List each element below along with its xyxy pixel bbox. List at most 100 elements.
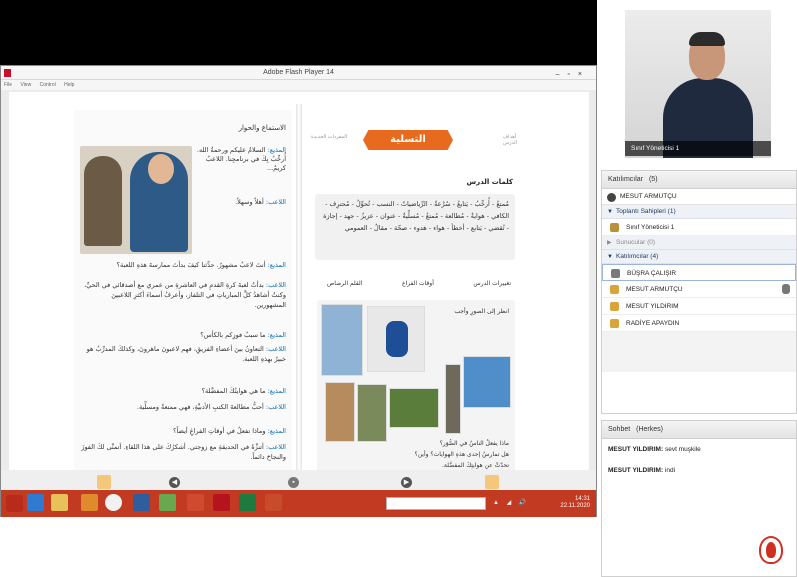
question-item: هل تمارسُ إحدى هذهِ الهوايات؟ وأين؟ [414, 451, 509, 458]
photo-fisherman [445, 364, 461, 434]
attendee-row[interactable]: BÜŞRA ÇALIŞIR [602, 264, 796, 281]
chat-scope[interactable]: (Herkes) [636, 426, 663, 433]
photo-gardener [357, 384, 387, 442]
flash-app-icon [4, 69, 11, 77]
flash-menu-bar: File View Control Help [1, 80, 596, 90]
folder-icon[interactable] [51, 494, 68, 511]
chat-pod-header: Sohbet (Herkes) [602, 421, 796, 439]
listening-section-title: الاستماع والحوار [238, 124, 286, 132]
taskbar-search-box[interactable] [386, 497, 486, 510]
activity-label: انظر إلى الصورِ وأجب [454, 308, 509, 315]
group-label: Sunucular (0) [616, 239, 656, 246]
participant-role-icon [610, 285, 619, 294]
start-button-icon[interactable] [6, 495, 23, 512]
attendee-row[interactable]: MESUT YILDIRIM [602, 298, 796, 315]
photo-tennis-player [367, 306, 425, 372]
group-label: Toplantı Sahipleri (1) [616, 208, 676, 215]
connect-icon[interactable] [265, 494, 282, 511]
player-face [148, 154, 174, 184]
dialogue-line-4: اللاعب: بدأتُ لعبةَ كرةِ القدمِ في العاش… [84, 281, 286, 309]
meeting-window: Adobe Flash Player 14 –▫× File View Cont… [0, 0, 797, 577]
attendees-pod: Katılımcılar (5) MESUT ARMUTÇU ▼ Toplant… [601, 170, 797, 414]
attendee-row[interactable]: Sınıf Yöneticisi 1 [602, 219, 796, 236]
flash-title-bar: Adobe Flash Player 14 –▫× [1, 66, 596, 80]
photo-reading-woman [321, 304, 363, 376]
chat-sender: MESUT YILDIRIM: [608, 446, 664, 453]
chrome-icon[interactable] [105, 494, 122, 511]
dialogue-line-10: اللاعب: أتنزَّهُ في الحديقةِ مع زوجتي. أ… [81, 443, 286, 461]
lesson-tag-right: المفردات الجديدة [311, 134, 348, 140]
questions-list: ماذا يفعلُ الناسُ في الصُّوَر؟ هل تمارسُ… [389, 438, 509, 471]
photo-sea [463, 356, 511, 408]
menu-control[interactable]: Control [40, 82, 56, 88]
photo-hikers [389, 388, 439, 428]
menu-view[interactable]: View [20, 82, 31, 88]
group-label: Katılımcılar (4) [616, 253, 659, 260]
dialogue-line-3: المذيع: أنتَ لاعبٌ مشهورٌ. حدِّثنا كيفَ … [116, 261, 286, 269]
chat-title: Sohbet [608, 426, 631, 433]
brand-logo-icon [759, 536, 783, 564]
trash-icon[interactable]: ▪ [288, 477, 299, 488]
word-option[interactable]: تغييرات الدرس [473, 280, 511, 287]
dialogue-line-8: اللاعب: أحبُّ مطالعةَ الكتبِ الأدبيَّةِ،… [136, 403, 286, 411]
group-participants[interactable]: ▼ Katılımcılar (4) [602, 250, 796, 264]
chevron-right-icon: ▶ [607, 240, 612, 246]
excel-icon[interactable] [239, 494, 256, 511]
app-icon[interactable] [159, 494, 176, 511]
dialogue-line-2: اللاعب: أهلاً وسهلاً. [235, 198, 286, 206]
flash-taskbar-icon[interactable] [213, 494, 230, 511]
participant-role-icon [611, 269, 620, 278]
system-tray[interactable]: ▲ ◢ 🔊 [493, 499, 553, 508]
group-hosts[interactable]: ▼ Toplantı Sahipleri (1) [602, 205, 796, 219]
chat-message: MESUT YILDIRIM: indi [608, 466, 790, 476]
chat-text: indi [664, 467, 676, 474]
attendees-pod-header: Katılımcılar (5) [602, 171, 796, 189]
host-role-icon [610, 223, 619, 232]
media-icon[interactable] [81, 494, 98, 511]
taskbar-clock: 14:31 22.11.2020 [560, 496, 590, 509]
photo-painter [325, 382, 355, 442]
attendees-title: Katılımcılar [608, 176, 644, 183]
picture-activity: انظر إلى الصورِ وأجب ماذا يفعلُ الناسُ ف… [317, 300, 515, 486]
chevron-down-icon: ▼ [607, 209, 613, 215]
attendee-name: RADİYE APAYDIN [626, 320, 680, 327]
menu-help[interactable]: Help [64, 82, 74, 88]
dialogue-line-6: اللاعب: التعاونُ بينَ أعضاءِ الفريقِ، فه… [86, 345, 286, 363]
right-page: أهداف الدرس المفردات الجديدة التسلية كلم… [307, 110, 521, 495]
presenter-hair [689, 32, 725, 46]
attendee-list-empty-area [602, 332, 796, 372]
group-presenters[interactable]: ▶ Sunucular (0) [602, 236, 796, 250]
attendee-row[interactable]: RADİYE APAYDIN [602, 315, 796, 332]
ie-icon[interactable] [27, 494, 44, 511]
interview-photo [80, 146, 192, 254]
pdf-app-icon[interactable] [187, 494, 204, 511]
participant-role-icon [610, 302, 619, 311]
prev-page-button[interactable]: ◀ [169, 477, 180, 488]
pdf-left-button[interactable] [97, 475, 111, 489]
word-option[interactable]: القلم الرصاص [327, 280, 362, 287]
dialogue-line-1: المذيع: السلامُ عليكم ورحمةُ الله. أُرحِ… [196, 146, 286, 172]
left-page: الاستماع والحوار المذيع: السلامُ عليكم و… [74, 110, 292, 495]
windows-taskbar: ▲ ◢ 🔊 14:31 22.11.2020 [1, 490, 596, 517]
flash-title: Adobe Flash Player 14 [263, 69, 334, 76]
word-options: تغييرات الدرس أوقات الفراغ القلم الرصاص [327, 280, 511, 287]
word-option[interactable]: أوقات الفراغ [402, 280, 434, 287]
question-item: ماذا يفعلُ الناسُ في الصُّوَر؟ [439, 440, 509, 447]
next-page-button[interactable]: ▶ [401, 477, 412, 488]
attendee-row[interactable]: MESUT ARMUTÇU [602, 281, 796, 298]
vocab-box: مُمتعٌ - أُرحِّبُ - يَتابعُ - سُرْعةٌ - … [315, 194, 515, 260]
reporter-figure [84, 156, 122, 246]
chat-text: sevt muşkile [664, 446, 701, 453]
attendees-count: (5) [648, 176, 658, 183]
video-feed[interactable] [625, 10, 771, 158]
menu-file[interactable]: File [4, 82, 12, 88]
video-name-label: Sınıf Yöneticisi 1 [625, 141, 771, 156]
word-icon[interactable] [133, 494, 150, 511]
participant-role-icon [610, 319, 619, 328]
attendee-name: BÜŞRA ÇALIŞIR [627, 270, 677, 277]
pdf-right-button[interactable] [485, 475, 499, 489]
current-user-row[interactable]: MESUT ARMUTÇU [602, 189, 796, 205]
book-spine [296, 104, 302, 494]
shared-screen[interactable]: Adobe Flash Player 14 –▫× File View Cont… [0, 65, 597, 517]
attendee-name: MESUT ARMUTÇU [626, 286, 683, 293]
